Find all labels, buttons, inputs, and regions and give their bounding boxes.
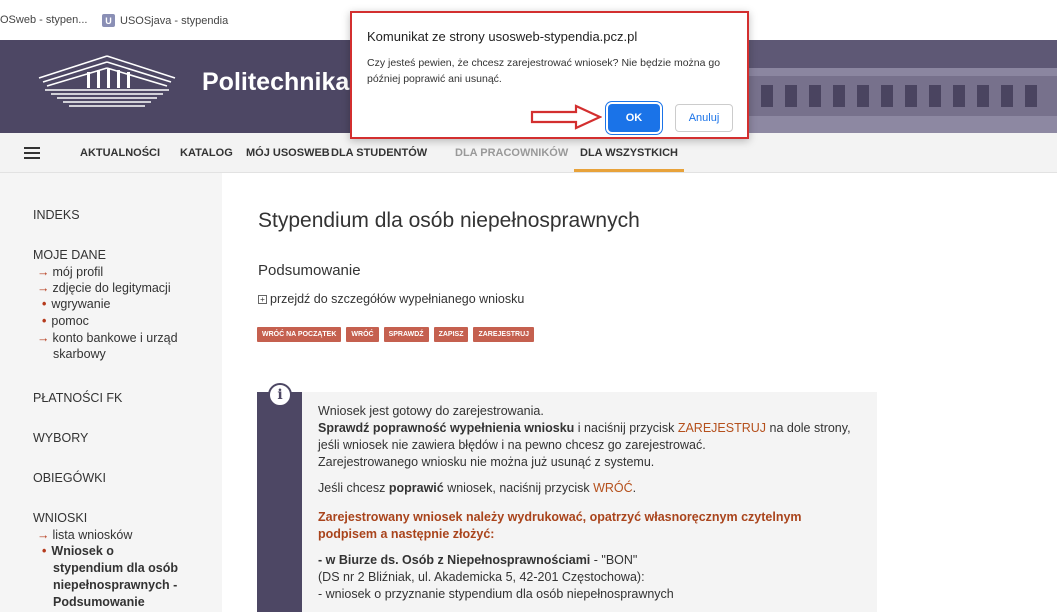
info-panel: i Wniosek jest gotowy do zarejestrowania… xyxy=(257,383,877,612)
info-text-emphasis: podpisem a następnie złożyć: xyxy=(318,527,495,541)
info-icon: i xyxy=(268,383,292,407)
action-button-row: WRÓĆ NA POCZĄTEK WRÓĆ SPRAWDŹ ZAPISZ ZAR… xyxy=(257,327,535,342)
nav-item-dla-pracownikow[interactable]: DLA PRACOWNIKÓW xyxy=(455,147,568,159)
browser-tab[interactable]: OSweb - stypen... xyxy=(0,14,87,26)
sidebar-item-moje-dane[interactable]: MOJE DANE xyxy=(33,248,106,262)
check-button[interactable]: SPRAWDŹ xyxy=(383,327,429,342)
page-title: Stypendium dla osób niepełnosprawnych xyxy=(258,209,640,232)
dialog-title: Komunikat ze strony usosweb-stypendia.pc… xyxy=(367,29,638,44)
nav-item-aktualnosci[interactable]: AKTUALNOŚCI xyxy=(80,147,160,159)
bullet-icon: • xyxy=(42,314,47,328)
details-toggle-link[interactable]: + przejdź do szczegółów wypełnianego wni… xyxy=(258,292,524,306)
sidebar-item-wybory[interactable]: WYBORY xyxy=(33,431,88,445)
sidebar-current-item-cont: stypendium dla osób xyxy=(53,561,179,575)
nav-item-katalog[interactable]: KATALOG xyxy=(180,147,233,159)
sidebar-link-pomoc[interactable]: • pomoc xyxy=(42,314,89,328)
arrow-right-icon: → xyxy=(37,528,50,542)
sidebar-item-indeks[interactable]: INDEKS xyxy=(33,208,80,222)
back-button[interactable]: WRÓĆ xyxy=(346,327,379,342)
bullet-icon: • xyxy=(42,297,47,311)
browser-tab[interactable]: U USOSjava - stypendia xyxy=(102,14,228,27)
sidebar-item-wnioski[interactable]: WNIOSKI xyxy=(33,511,87,525)
nav-item-dla-wszystkich[interactable]: DLA WSZYSTKICH xyxy=(574,147,684,172)
expand-plus-icon: + xyxy=(258,294,267,304)
info-text: Wniosek jest gotowy do zarejestrowania. xyxy=(318,404,544,418)
info-text: - wniosek o przyznanie stypendium dla os… xyxy=(318,587,674,601)
nav-item-dla-studentow[interactable]: DLA STUDENTÓW xyxy=(331,147,427,159)
university-name: Politechnika C xyxy=(202,68,375,96)
sidebar-current-item-cont: niepełnosprawnych - xyxy=(53,578,178,592)
confirm-dialog: Komunikat ze strony usosweb-stypendia.pc… xyxy=(350,11,749,139)
sidebar-link-wgrywanie[interactable]: • wgrywanie xyxy=(42,297,110,311)
info-text: Zarejestrowanego wniosku nie można już u… xyxy=(318,455,655,469)
main-navigation: AKTUALNOŚCI KATALOG MÓJ USOSWEB DLA STUD… xyxy=(0,133,1057,173)
sidebar-link-konto-bankowe[interactable]: → konto bankowe i urząd xyxy=(37,331,178,345)
info-text: Jeśli chcesz poprawić wniosek, naciśnij … xyxy=(318,481,637,495)
hamburger-menu-icon[interactable] xyxy=(24,147,40,159)
info-text: Sprawdź poprawność wypełnienia wniosku i… xyxy=(318,421,851,435)
info-text: jeśli wniosek nie zawiera błędów i na pe… xyxy=(318,438,706,452)
dialog-message: Czy jesteś pewien, że chcesz zarejestrow… xyxy=(367,57,721,85)
back-to-start-button[interactable]: WRÓĆ NA POCZĄTEK xyxy=(257,327,342,342)
building-banner-image xyxy=(727,40,1057,133)
arrow-right-icon: → xyxy=(37,265,50,279)
section-title: Podsumowanie xyxy=(258,262,361,279)
sidebar-link-zdjecie[interactable]: → zdjęcie do legitymacji xyxy=(37,281,171,295)
cancel-button[interactable]: Anuluj xyxy=(675,104,733,132)
ok-button[interactable]: OK xyxy=(608,104,660,132)
info-text: - w Biurze ds. Osób z Niepełnosprawności… xyxy=(318,553,638,567)
sidebar-link-lista-wnioskow[interactable]: → lista wniosków xyxy=(37,528,132,542)
sidebar-link-konto-bankowe-cont[interactable]: skarbowy xyxy=(53,347,106,361)
sidebar-current-item[interactable]: • Wniosek o xyxy=(42,544,114,558)
sidebar-link-moj-profil[interactable]: → mój profil xyxy=(37,265,103,279)
tab-label: USOSjava - stypendia xyxy=(120,14,229,27)
sidebar-item-platnosci[interactable]: PŁATNOŚCI FK xyxy=(33,391,122,405)
university-logo-icon xyxy=(38,55,176,107)
info-panel-bar xyxy=(257,392,302,612)
info-text: (DS nr 2 Bliźniak, ul. Akademicka 5, 42-… xyxy=(318,570,645,584)
usos-favicon-icon: U xyxy=(102,14,115,27)
arrow-right-icon: → xyxy=(37,281,50,295)
sidebar-item-obiegowki[interactable]: OBIEGÓWKI xyxy=(33,471,106,485)
arrow-right-icon: → xyxy=(37,331,50,345)
register-button[interactable]: ZAREJESTRUJ xyxy=(473,327,535,342)
sidebar-current-item-cont: Podsumowanie xyxy=(53,595,145,609)
arrow-right-icon xyxy=(530,104,602,130)
bullet-icon: • xyxy=(42,544,47,558)
info-text-emphasis: Zarejestrowany wniosek należy wydrukować… xyxy=(318,510,802,524)
nav-item-moj-usosweb[interactable]: MÓJ USOSWEB xyxy=(246,147,330,159)
tab-label: OSweb - stypen... xyxy=(0,14,88,26)
save-button[interactable]: ZAPISZ xyxy=(433,327,469,342)
